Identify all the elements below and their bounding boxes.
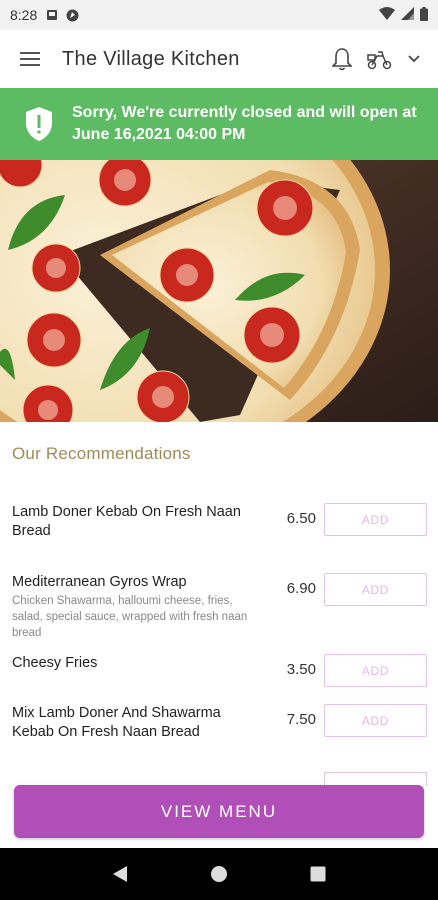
item-price: 7.50 <box>286 711 316 728</box>
view-menu-button[interactable]: VIEW MENU <box>14 785 424 838</box>
system-nav-bar <box>0 848 438 900</box>
shield-alert-icon <box>26 107 52 141</box>
battery-icon <box>420 6 428 24</box>
add-button[interactable]: ADD <box>324 654 427 687</box>
item-name: Cheesy Fries <box>12 655 98 671</box>
item-name: Lamb Doner Kebab On Fresh Naan Bread <box>12 504 241 539</box>
status-time: 8:28 <box>10 7 38 23</box>
recommendations-title: Our Recommendations <box>12 444 191 463</box>
add-button-partial[interactable] <box>324 772 427 786</box>
add-button[interactable]: ADD <box>324 573 427 606</box>
home-icon[interactable] <box>204 859 234 889</box>
item-name: Mediterranean Gyros Wrap <box>12 574 187 590</box>
chevron-down-icon[interactable] <box>408 55 420 63</box>
closed-banner: Sorry, We're currently closed and will o… <box>0 88 438 160</box>
add-button[interactable]: ADD <box>324 503 427 536</box>
closed-message: Sorry, We're currently closed and will o… <box>72 104 417 143</box>
recents-icon[interactable] <box>303 859 333 889</box>
app-title: The Village Kitchen <box>62 47 240 70</box>
wifi-icon <box>379 7 395 23</box>
status-bar: 8:28 <box>0 0 438 30</box>
bell-icon[interactable] <box>332 47 352 71</box>
hamburger-menu-icon[interactable] <box>18 47 42 71</box>
app-bar: The Village Kitchen <box>0 30 438 88</box>
delivery-icon[interactable] <box>366 48 394 70</box>
notification-icon <box>45 8 59 22</box>
item-price: 6.50 <box>286 510 316 527</box>
item-name: Mix Lamb Doner And Shawarma Kebab On Fre… <box>12 705 221 740</box>
item-price: 6.90 <box>286 580 316 597</box>
signal-icon <box>401 7 414 23</box>
back-icon[interactable] <box>105 859 135 889</box>
item-price: 3.50 <box>286 661 316 678</box>
hero-image <box>0 160 438 422</box>
app-icon <box>65 8 79 22</box>
add-button[interactable]: ADD <box>324 704 427 737</box>
item-description: Chicken Shawarma, halloumi cheese, fries… <box>12 595 248 639</box>
